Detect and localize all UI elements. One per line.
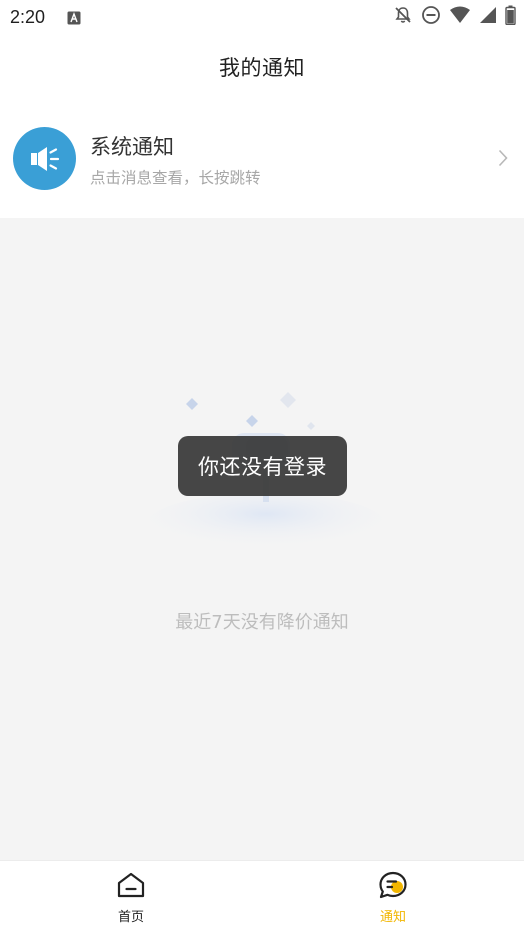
status-time: 2:20 [10,7,46,27]
tab-home-label: 首页 [117,910,144,925]
signal-icon [479,6,497,28]
status-icons [393,5,516,29]
system-notice-subtitle: 点击消息查看，长按跳转 [90,169,261,187]
megaphone-icon [13,127,76,190]
bottom-tab-bar: 首页 通知 [0,860,524,933]
tab-home[interactable]: 首页 [91,871,171,929]
system-notice-row[interactable]: 系统通知 点击消息查看，长按跳转 [0,100,524,218]
screen: 2:20 我的通知 系统通知 点击消息查看，长按跳转 最近7天没有降价通知 你还… [0,0,524,933]
app-a-icon [67,10,81,29]
title-bar: 我的通知 [0,36,524,98]
notification-list-area[interactable]: 最近7天没有降价通知 [0,218,524,860]
wifi-icon [449,6,471,28]
empty-state-message: 最近7天没有降价通知 [175,612,349,633]
notifications-off-icon [393,5,413,29]
do-not-disturb-icon [421,5,441,29]
message-icon [378,871,408,903]
system-notice-title: 系统通知 [90,135,174,159]
page-title: 我的通知 [219,56,305,80]
login-toast: 你还没有登录 [178,436,347,496]
battery-icon [505,5,516,29]
home-icon [116,871,146,903]
status-bar: 2:20 [0,0,524,36]
tab-notifications[interactable]: 通知 [353,871,433,929]
tab-notifications-label: 通知 [379,910,406,925]
chevron-right-icon [498,149,508,171]
